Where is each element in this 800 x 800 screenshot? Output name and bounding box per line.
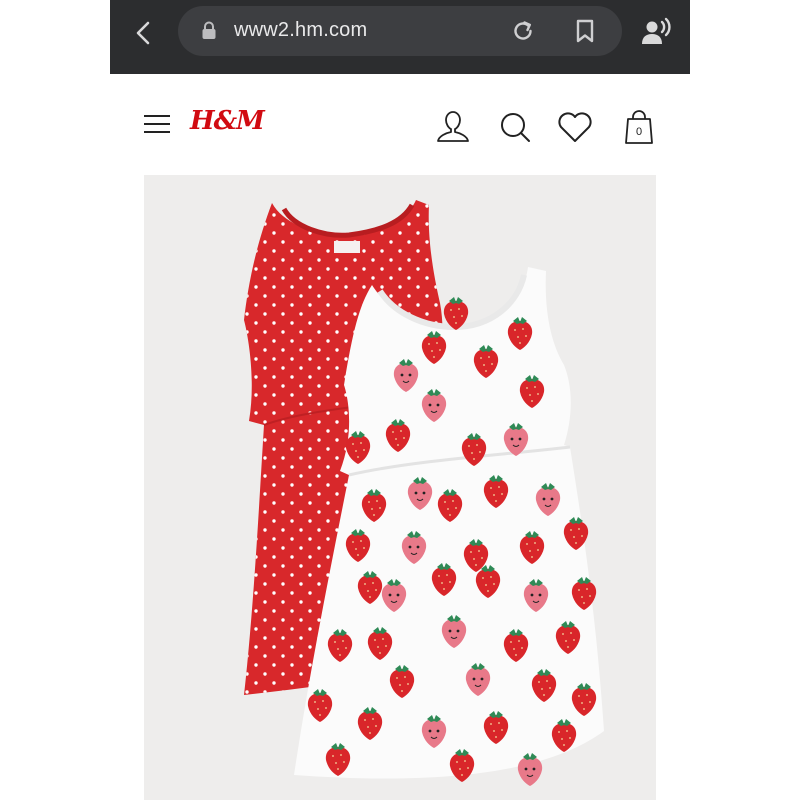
account-icon[interactable] [434, 108, 472, 146]
lock-icon [202, 21, 216, 39]
site-header: H&M 0 [110, 100, 690, 152]
url-text: www2.hm.com [234, 19, 368, 41]
hm-logo[interactable]: H&M [190, 106, 265, 136]
reload-icon[interactable] [510, 18, 536, 44]
browser-toolbar: www2.hm.com [110, 0, 690, 74]
search-icon[interactable] [496, 108, 534, 146]
back-arrow-icon[interactable] [128, 17, 160, 49]
speaker-voice-icon[interactable] [640, 16, 672, 48]
shopping-bag-button[interactable]: 0 [620, 108, 658, 146]
bookmark-icon[interactable] [572, 18, 598, 44]
page-frame: www2.hm.com H&M 0 [110, 0, 690, 800]
hamburger-menu-icon[interactable] [142, 112, 172, 136]
bag-count: 0 [635, 126, 643, 138]
product-photo [244, 200, 604, 787]
address-bar[interactable]: www2.hm.com [178, 6, 622, 56]
product-image[interactable] [144, 175, 656, 800]
heart-favorites-icon[interactable] [556, 108, 594, 146]
